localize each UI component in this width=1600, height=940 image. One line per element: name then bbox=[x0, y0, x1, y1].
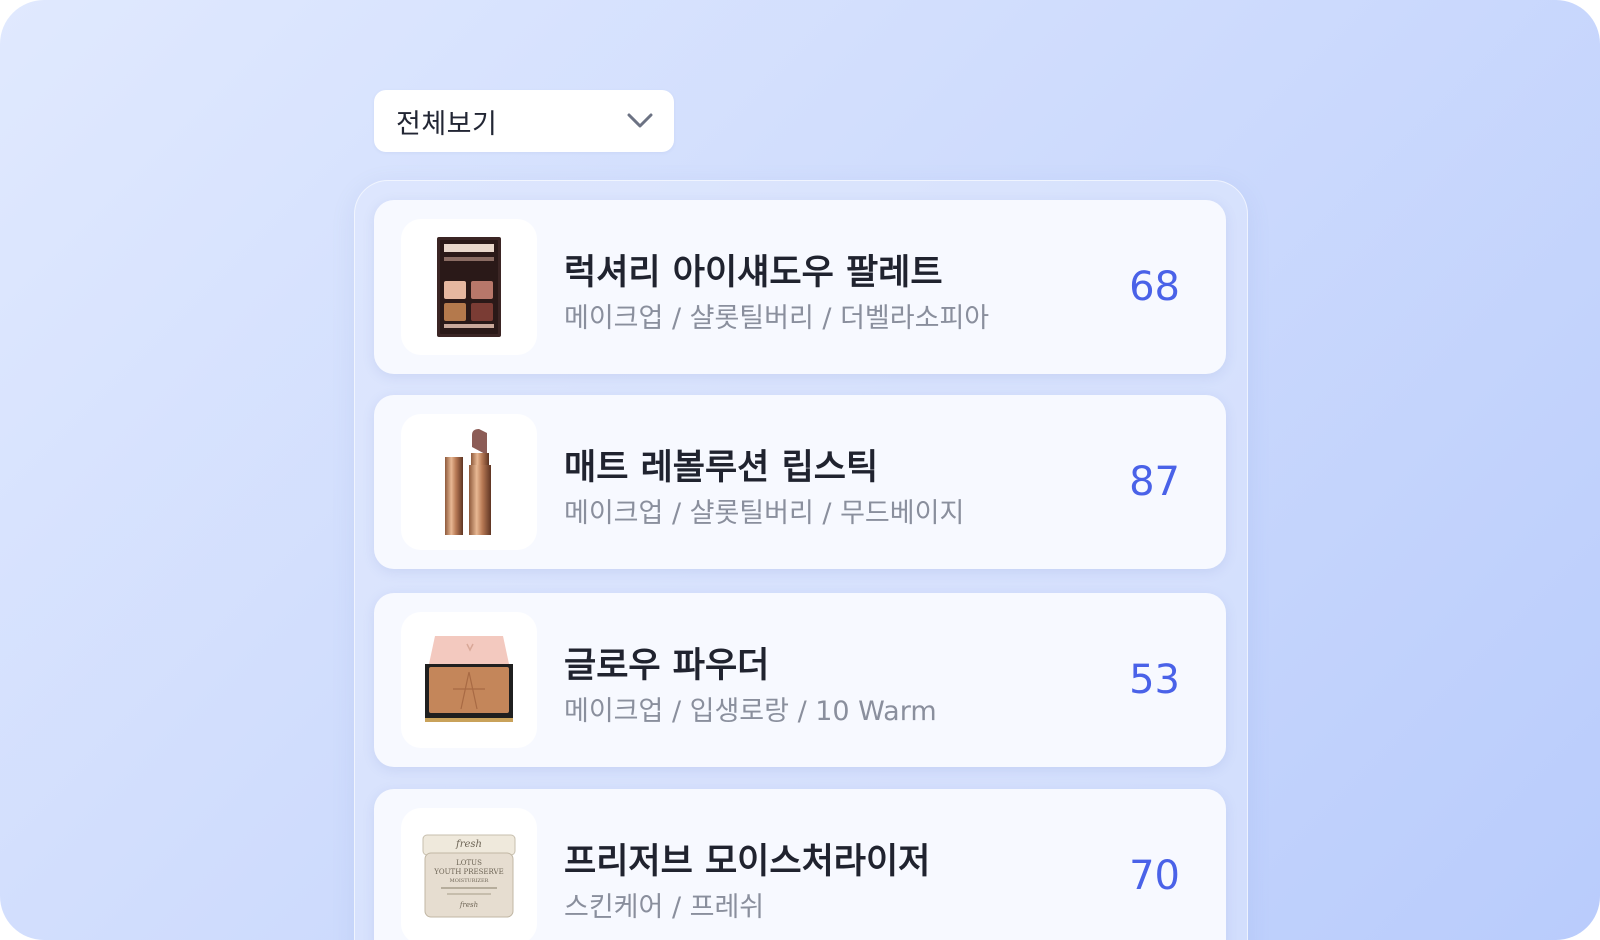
product-score: 68 bbox=[1129, 264, 1180, 310]
jar-line-text: YOUTH PRESERVE bbox=[433, 868, 503, 876]
filter-dropdown[interactable]: 전체보기 bbox=[374, 90, 674, 152]
product-meta: 메이크업 / 샬롯틸버리 / 무드베이지 bbox=[564, 498, 965, 529]
chevron-down-icon bbox=[626, 107, 654, 135]
app-background: 전체보기 럭셔리 아이섀도우 팔레트 메이크업 / 샬롯틸버리 / 더벨라소피아… bbox=[0, 0, 1600, 940]
product-card[interactable]: 매트 레볼루션 립스틱 메이크업 / 샬롯틸버리 / 무드베이지 87 bbox=[374, 395, 1226, 569]
product-card[interactable]: 럭셔리 아이섀도우 팔레트 메이크업 / 샬롯틸버리 / 더벨라소피아 68 bbox=[374, 200, 1226, 374]
lipstick-image bbox=[401, 414, 537, 550]
product-meta: 메이크업 / 샬롯틸버리 / 더벨라소피아 bbox=[564, 303, 990, 334]
moisturizer-jar-image: fresh LOTUS YOUTH PRESERVE MOISTURIZER f… bbox=[401, 808, 537, 940]
powder-compact-image bbox=[401, 612, 537, 748]
jar-line-text: MOISTURIZER bbox=[450, 878, 489, 884]
jar-brand-text: fresh bbox=[459, 901, 478, 909]
jar-line-text: LOTUS bbox=[456, 859, 482, 867]
product-name: 프리저브 모이스처라이저 bbox=[564, 842, 931, 882]
product-meta: 메이크업 / 입생로랑 / 10 Warm bbox=[564, 696, 937, 727]
product-name: 매트 레볼루션 립스틱 bbox=[564, 448, 879, 488]
product-meta: 스킨케어 / 프레쉬 bbox=[564, 892, 765, 923]
eyeshadow-palette-image bbox=[401, 219, 537, 355]
product-score: 70 bbox=[1129, 853, 1180, 899]
product-name: 럭셔리 아이섀도우 팔레트 bbox=[564, 253, 943, 293]
product-name: 글로우 파우더 bbox=[564, 646, 770, 686]
jar-brand-text: fresh bbox=[455, 839, 482, 850]
filter-dropdown-label: 전체보기 bbox=[396, 108, 498, 140]
product-card[interactable]: 글로우 파우더 메이크업 / 입생로랑 / 10 Warm 53 bbox=[374, 593, 1226, 767]
product-card[interactable]: fresh LOTUS YOUTH PRESERVE MOISTURIZER f… bbox=[374, 789, 1226, 940]
product-score: 87 bbox=[1129, 459, 1180, 505]
product-score: 53 bbox=[1129, 657, 1180, 703]
